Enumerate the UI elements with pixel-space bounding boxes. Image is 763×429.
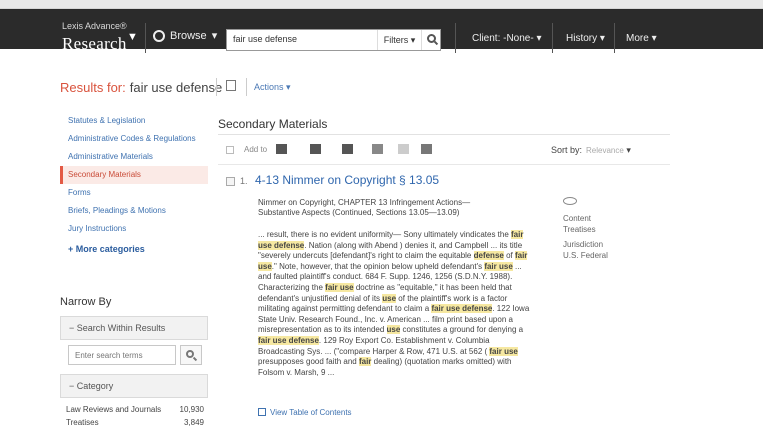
content-type-label: Content (563, 214, 592, 223)
brand-superscript: Lexis Advance® (62, 21, 127, 31)
results-label: Results for: (60, 80, 126, 95)
narrow-by-heading: Narrow By (60, 296, 112, 308)
download-icon[interactable] (342, 144, 353, 154)
divider (218, 134, 670, 135)
history-menu[interactable]: History ▾ (566, 33, 605, 44)
toc-icon (258, 408, 266, 416)
globe-icon (153, 29, 165, 42)
sidebar-item-admin-materials[interactable]: Administrative Materials (60, 148, 208, 166)
search-bar: Filters ▾ (226, 29, 441, 51)
toc-label: View Table of Contents (270, 408, 352, 417)
search-within-button[interactable] (180, 345, 202, 365)
sort-by-dropdown[interactable]: Sort by: Relevance ▾ (551, 145, 631, 156)
sort-by-label: Sort by: (551, 145, 583, 155)
sidebar-item-forms[interactable]: Forms (60, 184, 208, 202)
more-categories-label: More categories (75, 244, 145, 254)
category-sidebar: Statutes & Legislation Administrative Co… (60, 112, 208, 260)
filters-label: Filters (383, 35, 409, 45)
alert-icon[interactable] (226, 80, 236, 91)
sidebar-item-statutes[interactable]: Statutes & Legislation (60, 112, 208, 130)
jurisdiction-value: U.S. Federal (563, 251, 608, 260)
chevron-down-icon[interactable]: ▼ (127, 31, 143, 47)
search-within-panel[interactable]: − Search Within Results (60, 316, 208, 340)
sidebar-item-secondary-materials[interactable]: Secondary Materials (60, 166, 208, 184)
section-title: Secondary Materials (218, 117, 328, 131)
filters-dropdown[interactable]: Filters ▾ (377, 30, 421, 50)
more-label: More (626, 33, 649, 44)
category-count: 3,849 (183, 418, 204, 427)
actions-label: Actions (254, 82, 284, 92)
sidebar-item-admin-codes[interactable]: Administrative Codes & Regulations (60, 130, 208, 148)
more-categories-link[interactable]: + More categories (60, 238, 208, 260)
divider (552, 23, 553, 53)
add-to-label: Add to (244, 145, 268, 154)
select-all-checkbox[interactable] (226, 146, 234, 154)
category-filter-item[interactable]: Law Reviews and Journals 10,930 (66, 405, 204, 414)
sidebar-item-briefs[interactable]: Briefs, Pleadings & Motions (60, 202, 208, 220)
result-meta-line: Substantive Aspects (Continued, Sections… (258, 208, 460, 217)
results-query: fair use defense (129, 80, 223, 95)
sort-value: Relevance (586, 146, 624, 155)
category-panel-label: Category (76, 381, 114, 391)
client-menu[interactable]: Client: -None- ▾ (472, 33, 542, 44)
divider (145, 23, 146, 53)
category-name: Treatises (66, 418, 99, 427)
content-type-value: Treatises (563, 225, 596, 234)
divider (218, 164, 670, 165)
browser-strip (0, 0, 763, 9)
more-menu[interactable]: More ▾ (626, 33, 657, 44)
brand-logo[interactable]: Research (62, 34, 127, 54)
divider (246, 78, 247, 96)
result-meta: Nimmer on Copyright, CHAPTER 13 Infringe… (258, 198, 528, 218)
results-heading: Results for: fair use defense (60, 80, 222, 95)
sidebar-item-jury-instructions[interactable]: Jury Instructions (60, 220, 208, 238)
search-input[interactable] (233, 34, 373, 44)
category-panel[interactable]: − Category (60, 374, 208, 398)
result-checkbox[interactable] (226, 177, 235, 186)
result-title-link[interactable]: 4-13 Nimmer on Copyright § 13.05 (255, 173, 439, 187)
result-snippet: ... result, there is no evident uniformi… (258, 230, 530, 377)
jurisdiction-label: Jurisdiction (563, 240, 604, 249)
actions-menu[interactable]: Actions ▾ (254, 82, 291, 93)
history-label: History (566, 33, 598, 44)
top-navbar: Lexis Advance® Research ▼ Browse ▾ Filte… (0, 9, 763, 53)
divider (614, 23, 615, 53)
search-icon-handle (433, 40, 439, 46)
category-count: 10,930 (179, 405, 204, 414)
search-button[interactable] (421, 30, 441, 50)
search-within-input[interactable] (68, 345, 176, 365)
client-label: Client: -None- (472, 33, 534, 44)
divider (455, 23, 456, 53)
search-icon-handle (192, 356, 198, 362)
view-toc-link[interactable]: View Table of Contents (258, 408, 352, 417)
result-meta-line: Nimmer on Copyright, CHAPTER 13 Infringe… (258, 198, 471, 207)
result-number: 1. (240, 176, 248, 186)
print-icon[interactable] (310, 144, 321, 154)
folder-icon[interactable] (276, 144, 287, 154)
browse-label: Browse (170, 29, 207, 42)
divider (216, 78, 217, 96)
category-name: Law Reviews and Journals (66, 405, 162, 414)
browse-menu[interactable]: Browse ▾ (153, 29, 217, 42)
search-within-label: Search Within Results (76, 323, 166, 333)
email-icon[interactable] (372, 144, 383, 154)
category-filter-item[interactable]: Treatises 3,849 (66, 418, 204, 427)
sendto-icon[interactable] (398, 144, 409, 154)
preview-eye-icon[interactable] (563, 197, 577, 205)
caret-down-icon: ▾ (211, 30, 218, 42)
notes-icon[interactable] (421, 144, 432, 154)
